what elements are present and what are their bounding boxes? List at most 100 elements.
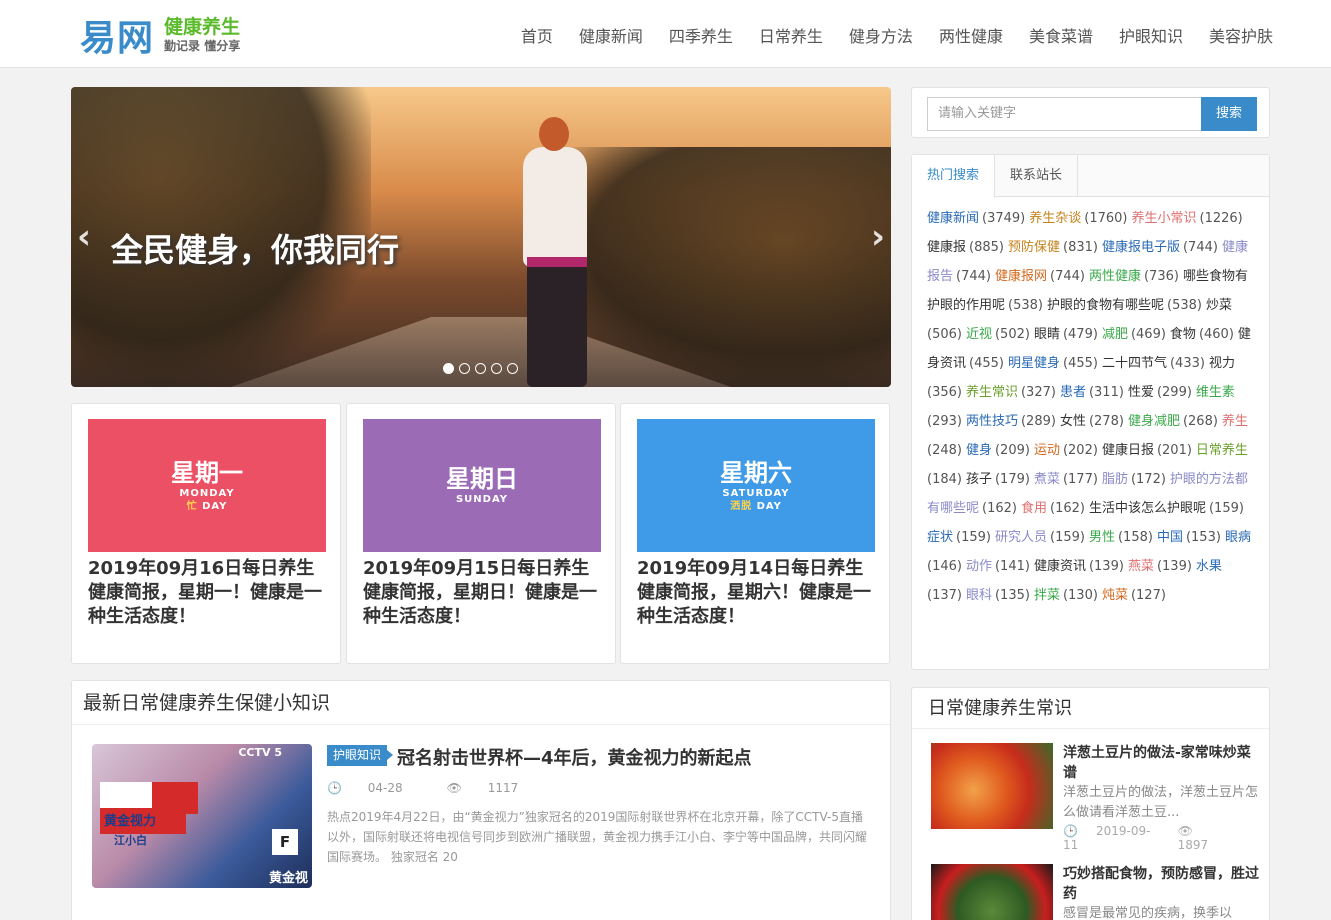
item-thumbnail[interactable] xyxy=(931,743,1053,829)
hero-slider[interactable]: 全民健身，你我同行 ‹ › xyxy=(71,87,891,387)
tag-link[interactable]: 维生素 xyxy=(1196,385,1235,400)
tag-link[interactable]: 养生杂谈 xyxy=(1029,211,1081,226)
post-thumbnail[interactable]: 黄金视力 江小白 CCTV 5 F 黄金视 xyxy=(92,744,312,888)
post-category-tag[interactable]: 护眼知识 xyxy=(327,745,394,766)
tag-link[interactable]: 性爱 xyxy=(1128,385,1154,400)
tag-link[interactable]: 二十四节气 xyxy=(1102,356,1167,371)
tag-link[interactable]: 健康新闻 xyxy=(927,211,979,226)
tag-count: (1226) xyxy=(1199,211,1243,226)
nav-item-eye-care[interactable]: 护眼知识 xyxy=(1119,0,1183,68)
tag-link[interactable]: 养生小常识 xyxy=(1132,211,1197,226)
tag-count: (3749) xyxy=(982,211,1026,226)
tag-link[interactable]: 炖菜 xyxy=(1102,588,1128,603)
item-thumbnail[interactable] xyxy=(931,864,1053,920)
slider-dot[interactable] xyxy=(475,363,486,374)
tag-count: (433) xyxy=(1169,356,1205,371)
tag-link[interactable]: 运动 xyxy=(1034,443,1060,458)
tag-link[interactable]: 生活中该怎么护眼呢 xyxy=(1089,501,1206,516)
slider-dot[interactable] xyxy=(459,363,470,374)
tag-link[interactable]: 减肥 xyxy=(1102,327,1128,342)
item-title[interactable]: 巧妙搭配食物，预防感冒，胜过药 xyxy=(1063,864,1259,904)
tag-link[interactable]: 日常养生 xyxy=(1196,443,1248,458)
daily-brief-card[interactable]: 星期六 SATURDAY 洒脱 DAY 2019年09月14日每日养生健康简报，… xyxy=(620,403,890,664)
nav-item-daily[interactable]: 日常养生 xyxy=(759,0,823,68)
tag-link[interactable]: 水果 xyxy=(1196,559,1222,574)
slider-dot[interactable] xyxy=(491,363,502,374)
card-thumbnail[interactable]: 星期日 SUNDAY xyxy=(363,419,601,552)
slider-prev-arrow-icon[interactable]: ‹ xyxy=(77,217,91,257)
tab-contact-admin[interactable]: 联系站长 xyxy=(995,155,1079,196)
tag-count: (289) xyxy=(1020,414,1056,429)
tag-link[interactable]: 养生常识 xyxy=(966,385,1018,400)
nav-item-fitness[interactable]: 健身方法 xyxy=(849,0,913,68)
tag-link[interactable]: 煮菜 xyxy=(1034,472,1060,487)
nav-item-sex-health[interactable]: 两性健康 xyxy=(939,0,1003,68)
nav-item-recipes[interactable]: 美食菜谱 xyxy=(1029,0,1093,68)
search-input[interactable]: 请输入关键字 xyxy=(927,97,1201,131)
card-thumbnail[interactable]: 星期六 SATURDAY 洒脱 DAY xyxy=(637,419,875,552)
tag-link[interactable]: 眼睛 xyxy=(1034,327,1060,342)
panel-heading: 日常健康养生常识 xyxy=(912,688,1269,729)
logo-main-text: 易网 xyxy=(80,18,155,59)
daily-brief-card[interactable]: 星期日 SUNDAY 2019年09月15日每日养生健康简报，星期日！健康是一种… xyxy=(346,403,616,664)
tag-count: (744) xyxy=(1182,240,1218,255)
tag-link[interactable]: 孩子 xyxy=(966,472,992,487)
nav-item-beauty[interactable]: 美容护肤 xyxy=(1209,0,1273,68)
post-title[interactable]: 冠名射击世界杯—4年后，黄金视力的新起点 xyxy=(397,744,752,770)
tag-link[interactable]: 燕菜 xyxy=(1128,559,1154,574)
eye-icon: 👁 xyxy=(1177,824,1193,838)
post-excerpt: 热点2019年4月22日，由“黄金视力”独家冠名的2019国际射联世界杯在北京开… xyxy=(327,810,868,864)
search-button[interactable]: 搜索 xyxy=(1201,97,1257,131)
tag-link[interactable]: 脂肪 xyxy=(1102,472,1128,487)
tag-count: (502) xyxy=(994,327,1030,342)
card-title[interactable]: 2019年09月16日每日养生健康简报，星期一！健康是一种生活态度！ xyxy=(88,557,328,629)
daily-brief-card[interactable]: 星期一 MONDAY 忙 DAY 2019年09月16日每日养生健康简报，星期一… xyxy=(71,403,341,664)
tag-link[interactable]: 养生 xyxy=(1222,414,1248,429)
nav-item-home[interactable]: 首页 xyxy=(521,0,553,68)
tag-link[interactable]: 健康资讯 xyxy=(1034,559,1086,574)
tag-link[interactable]: 护眼的食物有哪些呢 xyxy=(1047,298,1164,313)
tag-link[interactable]: 食用 xyxy=(1021,501,1047,516)
tag-link[interactable]: 健康日报 xyxy=(1102,443,1154,458)
tag-link[interactable]: 食物 xyxy=(1170,327,1196,342)
card-title[interactable]: 2019年09月15日每日养生健康简报，星期日！健康是一种生活态度！ xyxy=(363,557,603,629)
tag-link[interactable]: 健身 xyxy=(966,443,992,458)
tag-link[interactable]: 动作 xyxy=(966,559,992,574)
tag-link[interactable]: 健身减肥 xyxy=(1128,414,1180,429)
tag-link[interactable]: 中国 xyxy=(1157,530,1183,545)
nav-item-seasons[interactable]: 四季养生 xyxy=(669,0,733,68)
tag-link[interactable]: 眼科 xyxy=(966,588,992,603)
card-day-en: SUNDAY xyxy=(455,494,508,505)
tag-link[interactable]: 症状 xyxy=(927,530,953,545)
tag-link[interactable]: 炒菜 xyxy=(1206,298,1232,313)
tag-link[interactable]: 女性 xyxy=(1060,414,1086,429)
tag-count: (146) xyxy=(927,559,962,574)
tab-hot-search[interactable]: 热门搜索 xyxy=(912,155,996,198)
tag-link[interactable]: 两性健康 xyxy=(1089,269,1141,284)
card-day-en: MONDAY xyxy=(179,487,235,499)
tag-link[interactable]: 患者 xyxy=(1060,385,1086,400)
item-title[interactable]: 洋葱土豆片的做法-家常味炒菜谱 xyxy=(1063,743,1259,783)
slider-dot[interactable] xyxy=(507,363,518,374)
site-logo[interactable]: 易网 健康养生 勤记录 懂分享 xyxy=(80,14,241,59)
slider-next-arrow-icon[interactable]: › xyxy=(871,217,885,257)
tag-link[interactable]: 男性 xyxy=(1089,530,1115,545)
card-thumbnail[interactable]: 星期一 MONDAY 忙 DAY xyxy=(88,419,326,552)
tag-link[interactable]: 视力 xyxy=(1209,356,1235,371)
nav-item-health-news[interactable]: 健康新闻 xyxy=(579,0,643,68)
tag-link[interactable]: 健康报 xyxy=(927,240,966,255)
tag-link[interactable]: 预防保健 xyxy=(1008,240,1060,255)
tag-link[interactable]: 眼病 xyxy=(1225,530,1251,545)
tag-link[interactable]: 拌菜 xyxy=(1034,588,1060,603)
logo-slogan: 勤记录 懂分享 xyxy=(164,39,241,53)
tag-count: (159) xyxy=(1208,501,1244,516)
tag-link[interactable]: 近视 xyxy=(966,327,992,342)
slider-dot[interactable] xyxy=(443,363,454,374)
search-box: 请输入关键字 搜索 xyxy=(911,87,1270,138)
tag-link[interactable]: 两性技巧 xyxy=(966,414,1018,429)
tag-link[interactable]: 明星健身 xyxy=(1008,356,1060,371)
tag-link[interactable]: 健康报电子版 xyxy=(1102,240,1180,255)
tag-link[interactable]: 健康报网 xyxy=(995,269,1047,284)
card-title[interactable]: 2019年09月14日每日养生健康简报，星期六！健康是一种生活态度！ xyxy=(637,557,877,629)
tag-link[interactable]: 研究人员 xyxy=(995,530,1047,545)
